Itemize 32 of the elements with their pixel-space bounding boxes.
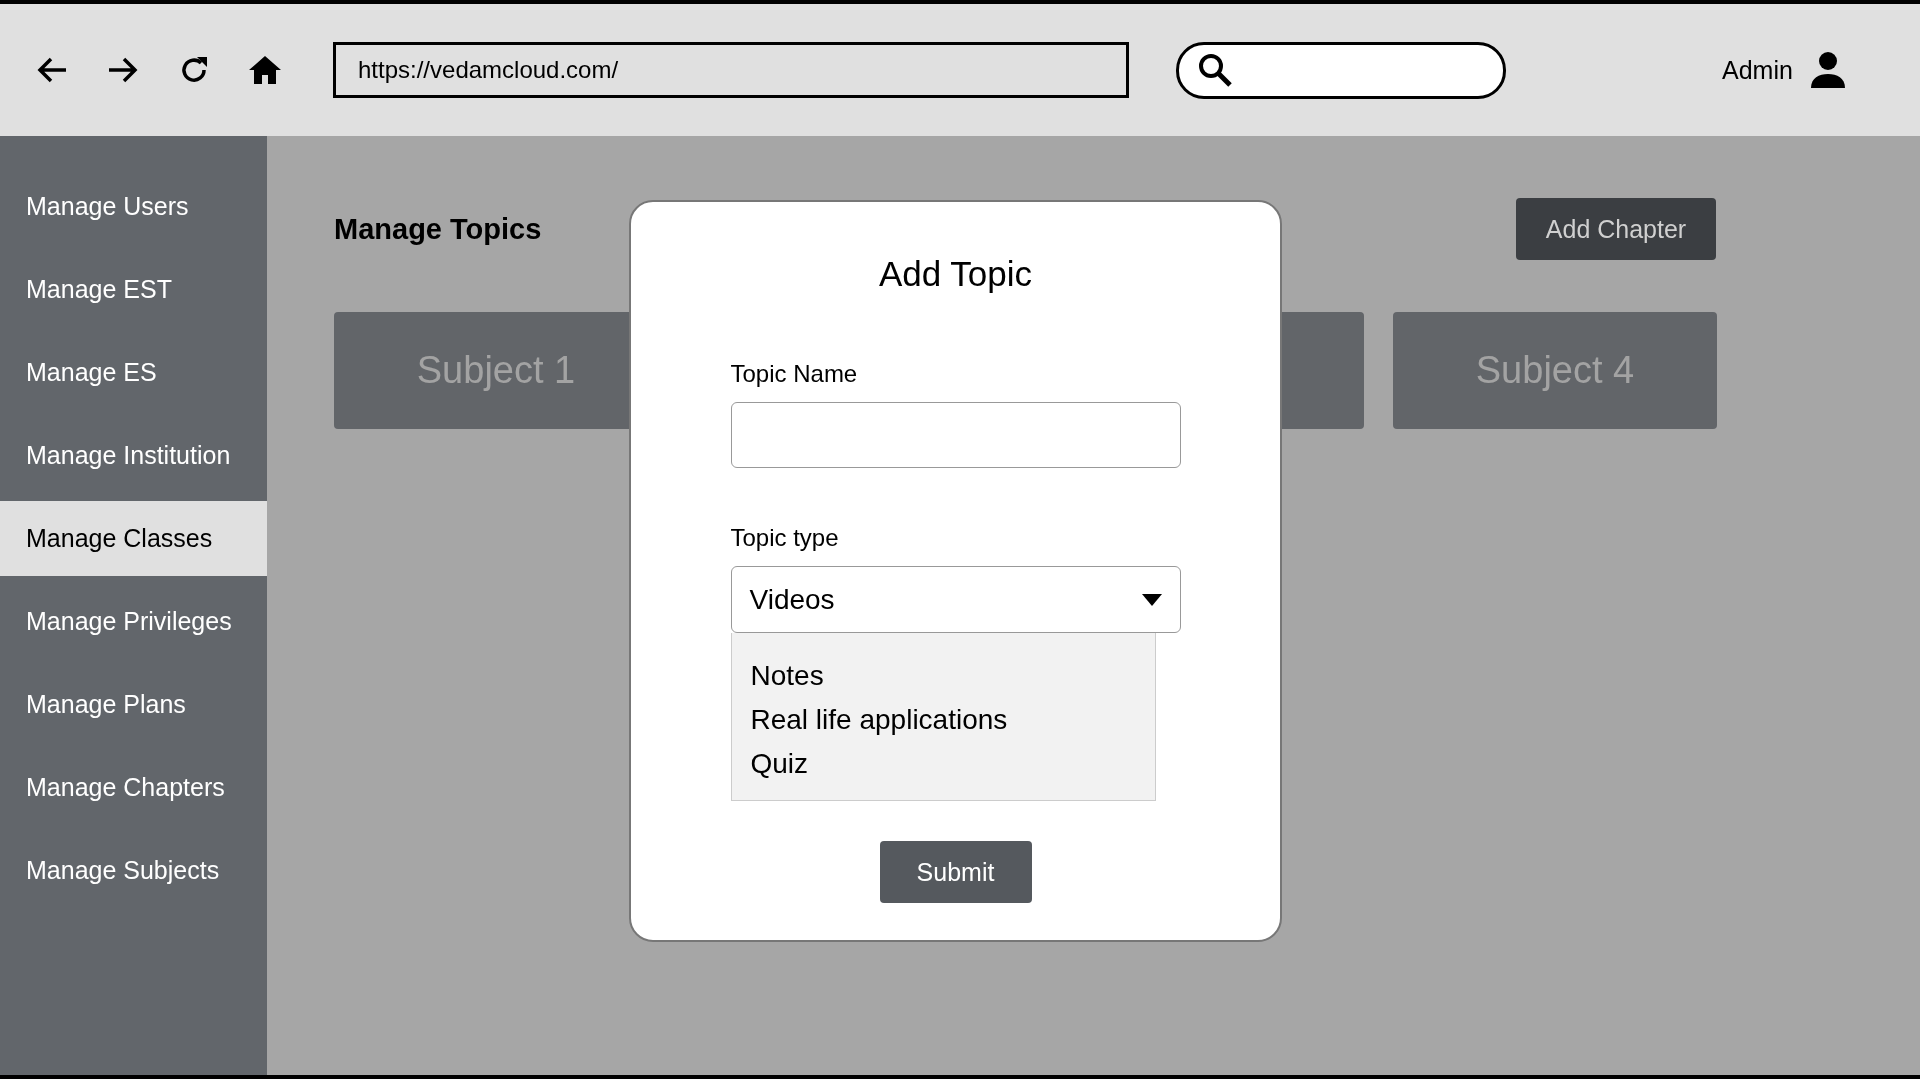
sidebar-item[interactable]: Manage Classes [0,501,267,576]
sidebar-item[interactable]: Manage Institution [0,418,267,493]
search-icon [1197,52,1233,88]
search-field[interactable] [1176,41,1506,99]
sidebar-item[interactable]: Manage Subjects [0,833,267,908]
reload-icon [179,55,209,85]
sidebar-item[interactable]: Manage Plans [0,667,267,742]
add-chapter-button[interactable]: Add Chapter [1516,198,1716,260]
user-name: Admin [1722,55,1793,85]
dropdown-option[interactable]: Notes [750,659,1155,703]
sidebar-item[interactable]: Manage Users [0,169,267,244]
subject-title: Subject 4 [1475,349,1635,392]
dropdown-option[interactable]: Quiz [750,747,1155,791]
sidebar-item[interactable]: Manage Privileges [0,584,267,659]
left-arrow-icon [36,55,68,85]
right-arrow-icon [107,55,139,85]
submit-button[interactable]: Submit [879,841,1032,903]
dialog-title: Add Topic [878,254,1033,294]
sidebar-item[interactable]: Manage EST [0,252,267,327]
page-title: Manage Topics [334,212,542,246]
sidebar-item[interactable]: Manage ES [0,335,267,410]
dropdown[interactable]: Videos [730,566,1181,633]
url-field[interactable]: https://vedamcloud.com/ [333,42,1129,98]
home-icon [248,55,282,85]
user-icon[interactable] [1810,52,1845,88]
dropdown-option[interactable]: Real life applications [750,703,1155,747]
caret-icon [1141,593,1162,606]
field-label: Topic Name [730,360,859,388]
sidebar-item[interactable]: Manage Chapters [0,750,267,825]
subject-title: Subject 1 [416,349,576,392]
input-field[interactable] [730,402,1181,468]
field-label: Topic type [730,524,840,552]
